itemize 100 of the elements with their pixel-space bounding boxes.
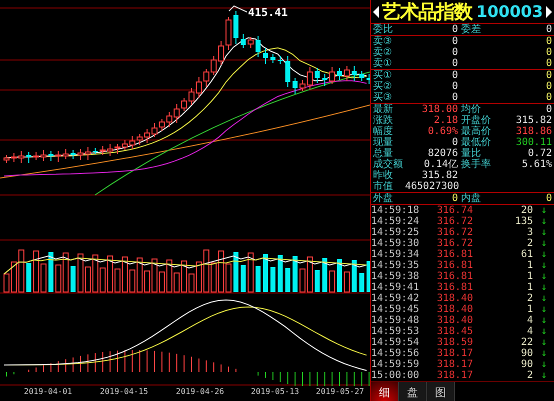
tick-volume: 3	[526, 227, 533, 238]
tick-time: 14:59:18	[371, 205, 420, 216]
candle	[270, 54, 276, 64]
tab[interactable]: 盘	[399, 382, 427, 401]
field-value: 0	[544, 58, 552, 69]
field-label: 成交额	[373, 159, 404, 170]
tick-volume: 61	[520, 249, 533, 260]
field-label: 卖③	[373, 36, 393, 47]
field-label: 总量	[373, 148, 393, 159]
candle	[233, 10, 238, 44]
candle	[292, 78, 298, 94]
tick-price: 316.72	[436, 216, 473, 227]
date-label: 2019-04-01	[24, 387, 72, 396]
arrow-symbol: ↓	[540, 227, 547, 238]
field-label: 委差	[460, 24, 482, 35]
date-label: 2019-05-13	[250, 387, 300, 396]
arrow-symbol: ↓	[540, 249, 547, 260]
field-value: 5.61%	[520, 159, 552, 170]
field-label: 量比	[460, 148, 481, 159]
date-label: 2019-05-27	[316, 387, 364, 396]
tick-volume: 90	[520, 348, 533, 359]
tick-volume: 2	[526, 238, 533, 249]
field-value: 465027300	[405, 181, 458, 192]
tick-time: 14:59:38	[371, 271, 420, 282]
field-value: 0	[450, 70, 458, 81]
volume-bar	[359, 273, 364, 292]
volume-bar	[292, 256, 298, 292]
index-name: 艺术品指数	[382, 0, 472, 24]
field-value: 0	[544, 47, 552, 58]
candle	[70, 150, 76, 160]
field-value: 0	[450, 137, 458, 148]
field-value: 0	[544, 70, 552, 81]
date-label: 2019-04-15	[100, 387, 148, 396]
tick-price: 316.72	[436, 238, 473, 249]
tick-price: 318.17	[436, 359, 473, 370]
volume-bar	[248, 252, 254, 292]
field-label: 买①	[373, 70, 393, 81]
volume-bar	[256, 266, 261, 292]
field-value: 0	[544, 92, 552, 103]
tick-time: 14:59:35	[371, 260, 420, 271]
arrow-symbol: ↓	[540, 337, 547, 348]
tick-time: 15:00:00	[371, 370, 420, 381]
candle	[278, 56, 283, 64]
candle	[337, 68, 342, 80]
tick-price: 318.40	[436, 293, 473, 304]
candle	[240, 34, 246, 48]
field-label: 换手率	[460, 159, 492, 170]
candle	[344, 66, 350, 82]
arrow-symbol: ↓	[540, 260, 547, 271]
field-value: 318.86	[514, 126, 552, 137]
arrow-symbol: ↓	[540, 271, 547, 282]
volume-bar	[26, 263, 32, 292]
field-value: 0.69%	[426, 126, 458, 137]
tick-volume: 1	[526, 304, 533, 315]
tick-volume: 4	[526, 326, 533, 337]
tick-volume: 2	[526, 293, 533, 304]
candle	[314, 68, 320, 84]
field-label: 现量	[373, 137, 394, 148]
arrow-symbol: ↓	[540, 304, 547, 315]
tick-price: 318.59	[436, 337, 473, 348]
field-label: 昨收	[373, 170, 394, 181]
arrow-symbol: ↓	[540, 238, 547, 249]
tick-time: 14:59:56	[371, 348, 420, 359]
arrow-symbol: ↓	[540, 359, 547, 370]
field-value: 0	[450, 81, 458, 92]
field-label: 涨跌	[373, 115, 394, 126]
candle	[248, 36, 254, 48]
volume-bar	[263, 254, 268, 292]
tick-volume: 1	[526, 271, 533, 282]
field-value: 0	[450, 193, 458, 204]
field-label: 最高价	[460, 126, 492, 137]
tab[interactable]: 图	[427, 382, 455, 401]
candle	[48, 150, 54, 162]
field-value: 0	[544, 81, 552, 92]
arrow-symbol: ↓	[540, 348, 547, 359]
tick-volume: 1	[526, 282, 533, 293]
tick-time: 14:59:48	[371, 315, 420, 326]
arrow-symbol: ↓	[540, 282, 547, 293]
tick-price: 316.81	[436, 260, 473, 271]
tick-volume: 2	[526, 370, 533, 381]
tick-price: 316.72	[436, 227, 473, 238]
candle	[329, 66, 336, 84]
tab[interactable]: 细	[371, 382, 399, 401]
arrow-symbol: ↓	[540, 326, 547, 337]
leader-line	[228, 5, 248, 12]
candle	[256, 36, 261, 58]
previous-arrow-icon[interactable]	[373, 6, 379, 18]
next-arrow-icon[interactable]	[546, 6, 552, 18]
field-label: 买③	[373, 92, 393, 103]
volume-bar	[314, 270, 320, 292]
tick-price: 316.81	[436, 249, 473, 260]
tick-price: 318.17	[436, 370, 473, 381]
field-value: 0	[450, 58, 458, 69]
field-value: 82076	[426, 148, 458, 159]
volume-bar	[322, 258, 328, 292]
tick-time: 14:59:42	[371, 293, 420, 304]
tick-time: 14:59:53	[371, 326, 420, 337]
volume-bar	[329, 270, 336, 292]
tick-time: 14:59:54	[371, 337, 420, 348]
field-label: 买②	[373, 81, 393, 92]
